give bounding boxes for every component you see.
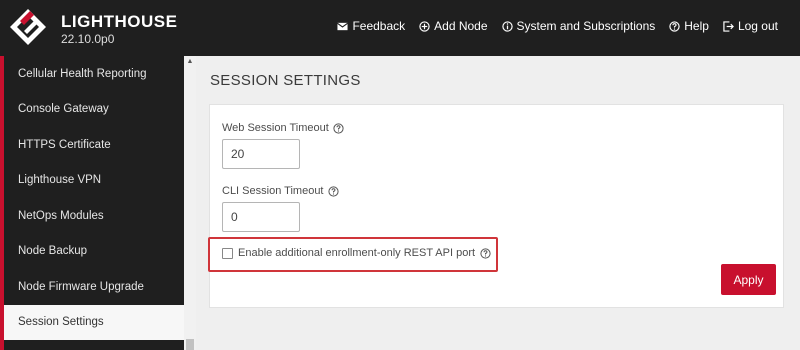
lighthouse-logo-icon: [10, 9, 46, 45]
sidebar-scrollbar[interactable]: ▲: [184, 56, 196, 350]
help-link[interactable]: Help: [669, 19, 709, 33]
page-title: SESSION SETTINGS: [210, 72, 361, 89]
help-label: Help: [684, 19, 709, 33]
question-circle-icon: [669, 20, 680, 32]
version-label: 22.10.0p0: [61, 32, 115, 46]
add-node-link[interactable]: Add Node: [419, 19, 488, 33]
sidebar-item-lighthouse-vpn[interactable]: Lighthouse VPN: [4, 163, 184, 199]
logout-link[interactable]: Log out: [723, 19, 778, 33]
sidebar-item-label: Session Settings: [18, 316, 104, 329]
web-session-timeout-text: Web Session Timeout: [222, 122, 329, 134]
logout-icon: [723, 20, 734, 32]
plus-circle-icon: [419, 20, 430, 32]
feedback-link[interactable]: Feedback: [337, 19, 405, 33]
help-question-icon[interactable]: [327, 185, 339, 197]
sidebar-item-label: Lighthouse VPN: [18, 174, 102, 187]
sidebar-item-cellular-health-reporting[interactable]: Cellular Health Reporting: [4, 56, 184, 92]
cli-session-timeout-input[interactable]: [222, 202, 300, 232]
add-node-label: Add Node: [434, 19, 488, 33]
envelope-icon: [337, 22, 349, 30]
sidebar-item-label: NetOps Modules: [18, 209, 104, 222]
system-subscriptions-link[interactable]: System and Subscriptions: [501, 19, 656, 33]
enrollment-rest-api-checkbox[interactable]: [222, 247, 233, 259]
feedback-label: Feedback: [352, 19, 406, 33]
sidebar-item-label: HTTPS Certificate: [18, 138, 111, 151]
sidebar-item-label: Node Firmware Upgrade: [18, 280, 144, 293]
cli-session-timeout-label: CLI Session Timeout: [222, 185, 339, 197]
sidebar-item-label: Node Backup: [18, 245, 88, 258]
sidebar-item-node-firmware-upgrade[interactable]: Node Firmware Upgrade: [4, 269, 184, 305]
enrollment-rest-api-label[interactable]: Enable additional enrollment-only REST A…: [238, 247, 475, 259]
sidebar: Cellular Health Reporting Console Gatewa…: [0, 56, 184, 350]
top-nav: Feedback Add Node System and Subscriptio…: [337, 19, 778, 33]
cli-session-timeout-text: CLI Session Timeout: [222, 185, 324, 197]
sidebar-item-label: Cellular Health Reporting: [18, 67, 147, 80]
scrollbar-thumb[interactable]: [186, 339, 194, 350]
help-question-icon[interactable]: [480, 247, 491, 259]
brand-name: LIGHTHOUSE: [61, 12, 178, 31]
apply-button[interactable]: Apply: [721, 264, 776, 295]
info-circle-icon: [501, 20, 513, 32]
brand: LIGHTHOUSE 22.10.0p0: [61, 13, 177, 46]
sidebar-item-https-certificate[interactable]: HTTPS Certificate: [4, 127, 184, 163]
sidebar-item-netops-modules[interactable]: NetOps Modules: [4, 198, 184, 234]
scroll-up-arrow-icon[interactable]: ▲: [184, 56, 196, 68]
sidebar-item-console-gateway[interactable]: Console Gateway: [4, 92, 184, 128]
enrollment-rest-api-option: Enable additional enrollment-only REST A…: [222, 247, 491, 259]
sidebar-item-label: Console Gateway: [18, 103, 109, 116]
logout-label: Log out: [737, 19, 778, 33]
web-session-timeout-label: Web Session Timeout: [222, 122, 344, 134]
system-subscriptions-label: System and Subscriptions: [516, 19, 656, 33]
help-question-icon[interactable]: [333, 122, 344, 134]
sidebar-item-node-backup[interactable]: Node Backup: [4, 234, 184, 270]
top-header: LIGHTHOUSE 22.10.0p0 Feedback Add Node S…: [0, 0, 800, 56]
web-session-timeout-input[interactable]: [222, 139, 300, 169]
sidebar-item-session-settings[interactable]: Session Settings: [4, 304, 184, 340]
